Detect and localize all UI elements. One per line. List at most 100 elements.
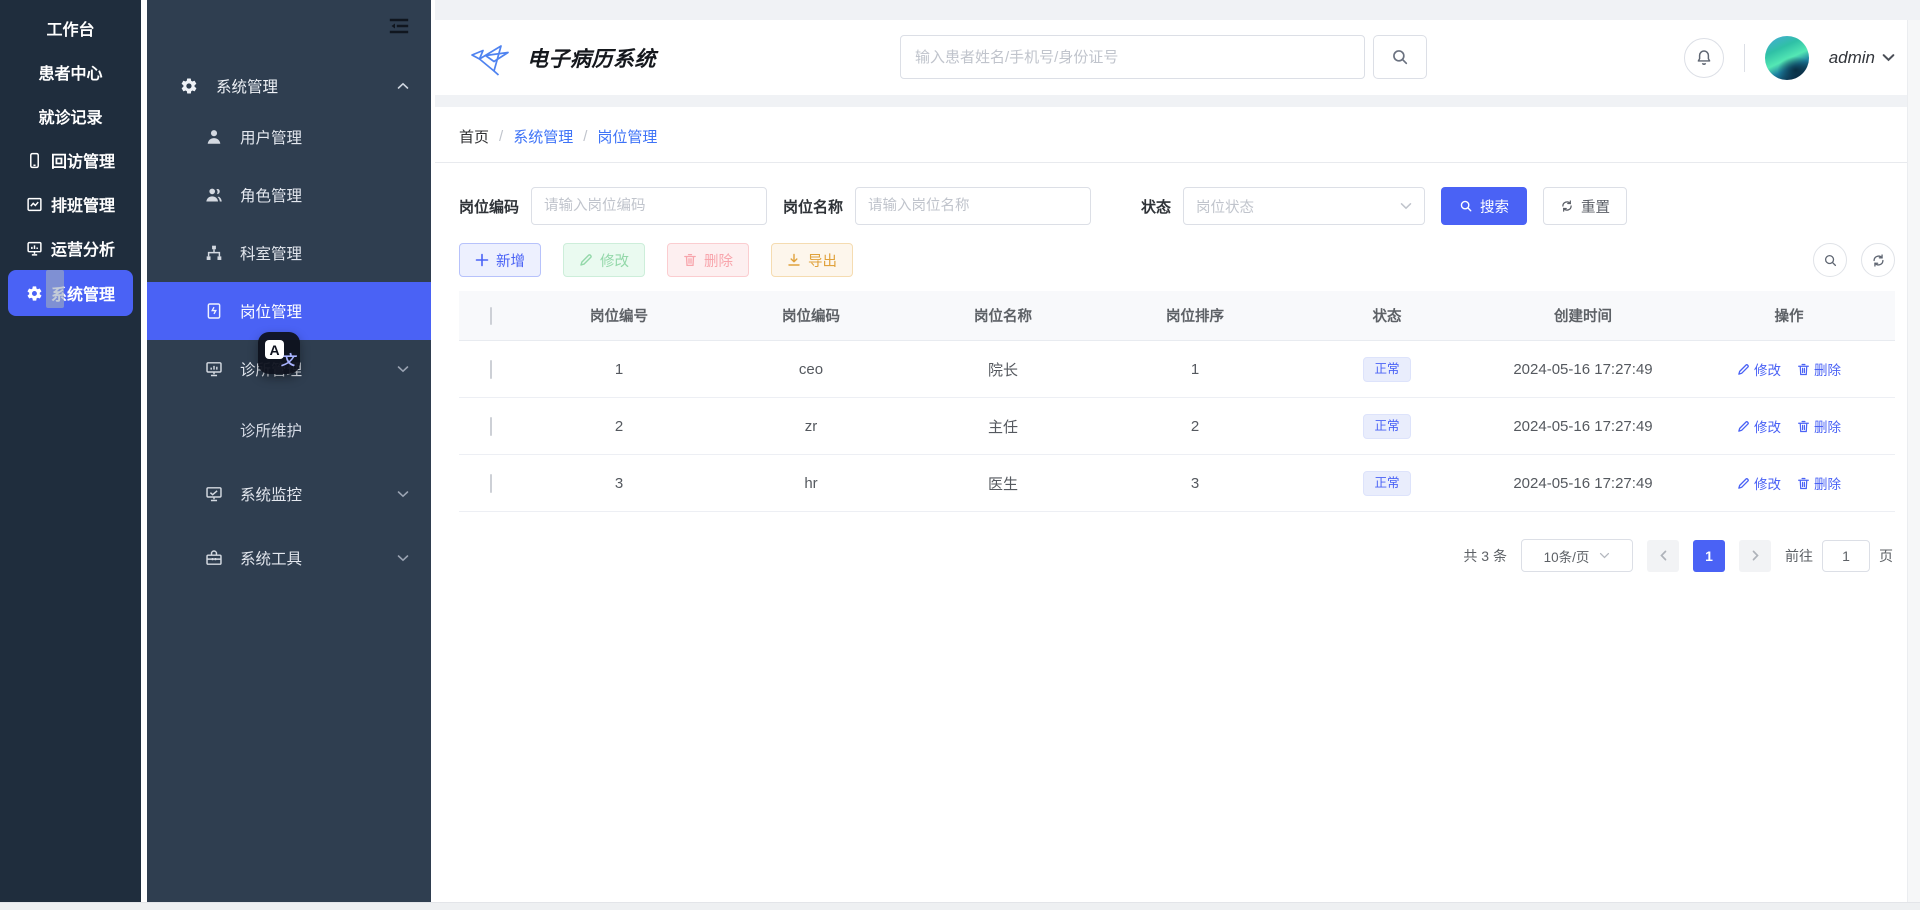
row-edit-link[interactable]: 修改 <box>1737 473 1781 493</box>
cell-post-id: 2 <box>614 417 624 435</box>
table-refresh-button[interactable] <box>1861 243 1895 277</box>
sidebar-item-followup[interactable]: 回访管理 <box>0 138 141 182</box>
menu-group-system-management[interactable]: 系统管理 <box>147 64 431 108</box>
status-select[interactable]: 岗位状态 <box>1183 187 1426 225</box>
search-button[interactable]: 搜索 <box>1441 187 1528 225</box>
app-logo-bird-icon <box>471 44 509 76</box>
sidebar-item-system-management[interactable]: 系统管理 <box>8 270 133 316</box>
reset-button[interactable]: 重置 <box>1543 187 1628 225</box>
patient-search-input[interactable] <box>900 35 1365 79</box>
row-checkbox[interactable] <box>490 359 492 379</box>
menu-item-clinic-maintenance[interactable]: 诊所维护 <box>147 398 431 462</box>
header-divider <box>1743 43 1745 72</box>
page-number-active[interactable]: 1 <box>1693 539 1725 572</box>
refresh-icon <box>1872 253 1884 267</box>
table-row: 3 hr 医生 3 正常 2024-05-16 17:27:49 修改 删除 <box>459 455 1895 512</box>
chevron-down-icon <box>1882 54 1895 62</box>
notifications-button[interactable] <box>1683 37 1724 78</box>
menu-item-label: 系统工具 <box>240 551 303 568</box>
status-badge: 正常 <box>1363 356 1411 382</box>
cell-post-code: hr <box>804 474 818 492</box>
delete-button[interactable]: 删除 <box>667 243 749 277</box>
chevron-down-icon <box>397 555 409 562</box>
trash-icon <box>1798 363 1809 375</box>
gear-icon <box>27 285 42 301</box>
breadcrumb-home[interactable]: 首页 <box>459 126 489 147</box>
goto-page-input[interactable] <box>1822 539 1870 572</box>
chevron-right-icon <box>1752 550 1759 561</box>
primary-sidebar: 工作台 患者中心 就诊记录 回访管理 排班管理 运营分析 系统管理 <box>0 0 141 910</box>
avatar[interactable] <box>1764 35 1809 80</box>
menu-item-system-monitor[interactable]: 系统监控 <box>147 462 431 526</box>
collapse-sidebar-icon[interactable] <box>387 14 411 38</box>
sidebar-item-label: 工作台 <box>46 22 95 39</box>
prev-page-button[interactable] <box>1647 539 1679 572</box>
row-delete-link[interactable]: 删除 <box>1797 473 1841 493</box>
chevron-down-icon <box>397 491 409 498</box>
horizontal-scrollbar[interactable] <box>0 902 1920 910</box>
menu-item-system-tools[interactable]: 系统工具 <box>147 526 431 590</box>
bell-icon <box>1697 49 1711 65</box>
status-select-placeholder: 岗位状态 <box>1196 199 1255 216</box>
menu-item-department-management[interactable]: 科室管理 <box>147 224 431 282</box>
column-header: 岗位名称 <box>974 309 1032 325</box>
reset-button-label: 重置 <box>1581 199 1611 216</box>
vertical-scrollbar[interactable] <box>1907 20 1920 902</box>
next-page-button[interactable] <box>1739 539 1771 572</box>
sidebar-item-label: 回访管理 <box>50 154 115 171</box>
sidebar-item-workbench[interactable]: 工作台 <box>0 6 141 50</box>
toolbar-right <box>1813 243 1895 277</box>
row-checkbox[interactable] <box>490 473 492 493</box>
row-delete-label: 删除 <box>1814 363 1841 378</box>
breadcrumb-system-management[interactable]: 系统管理 <box>513 126 573 147</box>
menu-item-role-management[interactable]: 角色管理 <box>147 166 431 224</box>
row-edit-link[interactable]: 修改 <box>1737 359 1781 379</box>
edit-button[interactable]: 修改 <box>563 243 645 277</box>
edit-button-label: 修改 <box>600 253 629 270</box>
phone-icon <box>30 152 39 168</box>
header-right: admin <box>1683 35 1920 80</box>
sidebar-item-analytics[interactable]: 运营分析 <box>0 226 141 270</box>
post-code-label: 岗位编码 <box>459 198 520 216</box>
column-header: 岗位编码 <box>782 309 840 325</box>
monitor-check-icon <box>206 487 222 502</box>
page-suffix: 页 <box>1879 547 1893 564</box>
sidebar-item-patient-center[interactable]: 患者中心 <box>0 50 141 94</box>
plus-icon <box>475 253 489 267</box>
page-size-select[interactable]: 10条/页 <box>1521 539 1633 572</box>
column-header: 岗位排序 <box>1166 309 1224 325</box>
row-delete-link[interactable]: 删除 <box>1797 416 1841 436</box>
search-icon <box>1393 50 1408 65</box>
export-button-label: 导出 <box>808 253 837 270</box>
row-checkbox[interactable] <box>490 416 492 436</box>
breadcrumb: 首页 / 系统管理 / 岗位管理 <box>435 107 1920 163</box>
user-menu[interactable]: admin <box>1829 48 1895 68</box>
table-search-toggle-button[interactable] <box>1813 243 1847 277</box>
trash-icon <box>1798 477 1809 489</box>
cell-post-id: 1 <box>614 360 624 378</box>
patient-search-button[interactable] <box>1373 35 1427 79</box>
cell-post-sort: 3 <box>1190 474 1200 492</box>
translate-fab[interactable]: A 文 <box>258 332 300 374</box>
search-icon <box>1824 254 1836 266</box>
row-delete-label: 删除 <box>1814 477 1841 492</box>
row-delete-link[interactable]: 删除 <box>1797 359 1841 379</box>
cell-post-name: 院长 <box>987 361 1018 379</box>
post-name-input[interactable] <box>855 187 1092 225</box>
menu-item-user-management[interactable]: 用户管理 <box>147 108 431 166</box>
menu-group-label: 系统管理 <box>216 79 279 96</box>
users-icon <box>206 188 222 202</box>
select-all-checkbox[interactable] <box>490 306 492 325</box>
sidebar-item-scheduling[interactable]: 排班管理 <box>0 182 141 226</box>
add-button[interactable]: 新增 <box>459 243 541 277</box>
chevron-left-icon <box>1659 550 1666 561</box>
row-edit-label: 修改 <box>1754 420 1781 435</box>
export-button[interactable]: 导出 <box>771 243 853 277</box>
chart-icon <box>27 197 42 211</box>
app-header: 电子病历系统 admin <box>435 20 1920 95</box>
sidebar-item-visit-records[interactable]: 就诊记录 <box>0 94 141 138</box>
breadcrumb-post-management[interactable]: 岗位管理 <box>597 126 657 147</box>
row-edit-link[interactable]: 修改 <box>1737 416 1781 436</box>
post-code-input[interactable] <box>531 187 768 225</box>
text-selection-highlight <box>46 270 64 308</box>
